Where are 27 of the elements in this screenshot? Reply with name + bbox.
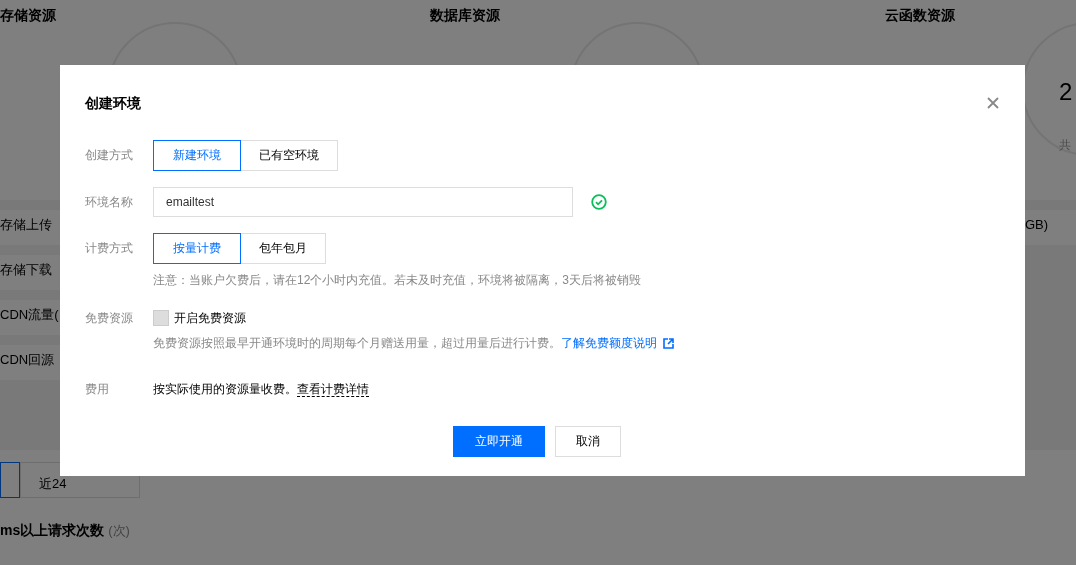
field-label: 费用 <box>85 381 110 398</box>
checkbox-box[interactable] <box>153 310 169 326</box>
close-icon[interactable] <box>985 95 1001 111</box>
section-title: 云函数资源 <box>885 7 955 25</box>
segment-option[interactable]: 按量计费 <box>153 233 241 264</box>
cancel-button[interactable]: 取消 <box>555 426 621 457</box>
range-option[interactable] <box>0 462 20 498</box>
chart-unit: (次) <box>108 522 130 540</box>
section-title: 数据库资源 <box>430 7 500 25</box>
billing-note: 注意：当账户欠费后，请在12个小时内充值。若未及时充值，环境将被隔离，3天后将被销毁 <box>153 272 643 289</box>
quota-link[interactable]: 了解免费额度说明 <box>561 336 657 350</box>
name-input[interactable]: emailtest <box>153 187 573 217</box>
confirm-button[interactable]: 立即开通 <box>453 426 545 457</box>
pricing-link[interactable]: 查看计费详情 <box>297 382 369 397</box>
external-link-icon <box>663 337 674 349</box>
dialog-title: 创建环境 <box>85 94 141 113</box>
segment-option[interactable]: 包年包月 <box>240 233 326 264</box>
segment-option[interactable]: 新建环境 <box>153 140 241 171</box>
gauge-reading: 2 <box>1059 78 1073 106</box>
free-resource-note: 免费资源按照最早开通环境时的周期每个月赠送用量，超过用量后进行计费。了解免费额度说明 <box>153 335 657 352</box>
free-resource-checkbox[interactable]: 开启免费资源 <box>153 310 1000 326</box>
fee-text: 按实际使用的资源量收费。查看计费详情 <box>153 381 370 399</box>
field-label: 环境名称 <box>85 194 134 211</box>
field-label: 创建方式 <box>85 147 134 164</box>
segment-option[interactable]: 已有空环境 <box>240 140 338 171</box>
chart-title: ms以上请求次数 <box>0 522 105 540</box>
section-title: 存储资源 <box>0 7 56 25</box>
